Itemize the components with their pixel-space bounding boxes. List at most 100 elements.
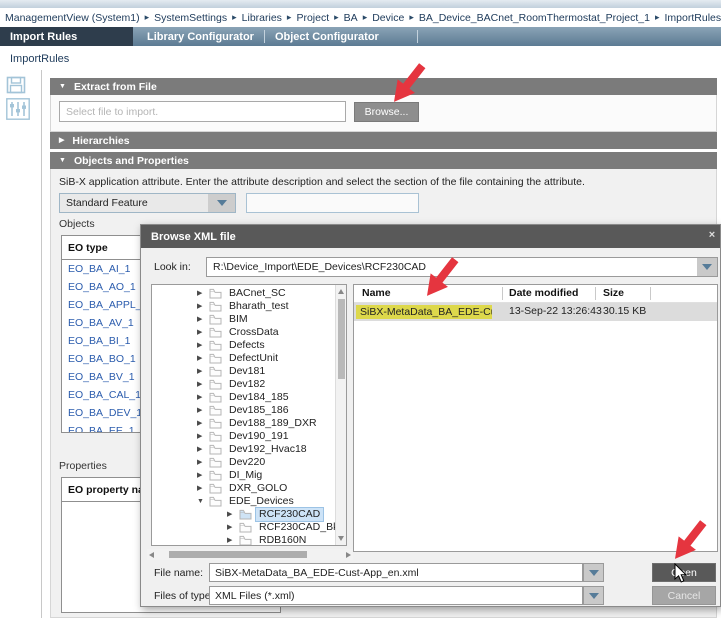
tree-item[interactable]: ▶ BACnet_SC — [152, 287, 334, 300]
section-header-objects-and-properties[interactable]: ▼ Objects and Properties — [50, 152, 717, 169]
chevron-right-icon[interactable]: ▶ — [197, 339, 209, 352]
close-icon[interactable]: × — [706, 229, 718, 241]
chevron-right-icon[interactable]: ▶ — [197, 391, 209, 404]
breadcrumb-item[interactable]: ImportRules — [665, 12, 721, 24]
chevron-right-icon[interactable]: ▶ — [197, 378, 209, 391]
breadcrumb-separator-icon: ▸ — [232, 12, 237, 23]
folder-icon — [209, 483, 222, 494]
tree-item-label: Dev185_186 — [226, 404, 292, 417]
tree-item-label: Dev184_185 — [226, 391, 292, 404]
file-to-import-input[interactable] — [59, 101, 346, 122]
breadcrumb-item[interactable]: Libraries — [242, 12, 282, 24]
tree-item-label: EDE_Devices — [226, 495, 297, 508]
tree-item[interactable]: ▶RCF230CAD_Bkp — [152, 521, 334, 534]
tree-item[interactable]: ▶CrossData — [152, 326, 334, 339]
breadcrumb-item[interactable]: SystemSettings — [154, 12, 227, 24]
tree-horizontal-scrollbar[interactable] — [147, 549, 353, 560]
tree-item[interactable]: ▶ RCF230CAD — [152, 508, 334, 521]
tree-item[interactable]: ▶Dev190_191 — [152, 430, 334, 443]
tree-item[interactable]: ▶BIM — [152, 313, 334, 326]
tab-import-rules[interactable]: Import Rules — [0, 27, 133, 46]
tree-item[interactable]: ▶ Dev185_186 — [152, 404, 334, 417]
file-name-dropdown-button[interactable] — [583, 563, 604, 582]
properties-label: Properties — [59, 460, 107, 472]
chevron-right-icon[interactable]: ▶ — [197, 300, 209, 313]
chevron-right-icon[interactable]: ▶ — [197, 469, 209, 482]
tree-item-label: RCF230CAD — [256, 508, 323, 521]
scroll-right-icon[interactable] — [346, 552, 351, 558]
attribute-value-input[interactable] — [246, 193, 419, 213]
folder-tree-panel: ▶BACnet_SC▶Bharath_test▶BIM▶CrossData▶De… — [151, 284, 347, 546]
chevron-right-icon[interactable]: ▶ — [197, 482, 209, 495]
chevron-down-icon[interactable] — [697, 258, 717, 276]
page-title: ImportRules — [10, 53, 69, 65]
scroll-down-icon[interactable] — [338, 536, 344, 541]
tab-library-configurator[interactable]: Library Configurator — [137, 27, 264, 46]
breadcrumb-item[interactable]: ManagementView (System1) — [5, 12, 140, 24]
chevron-right-icon[interactable]: ▶ — [197, 326, 209, 339]
scroll-up-icon[interactable] — [338, 289, 344, 294]
breadcrumb-item[interactable]: BA — [344, 12, 358, 24]
file-name-label: File name: — [154, 567, 203, 579]
chevron-right-icon[interactable]: ▶ — [227, 534, 239, 546]
look-in-value: R:\Device_Import\EDE_Devices\RCF230CAD — [213, 261, 426, 273]
files-of-type-label: Files of type: — [154, 590, 214, 602]
column-header-date-modified[interactable]: Date modified — [509, 287, 578, 299]
tree-item[interactable]: ▶Dev182 — [152, 378, 334, 391]
dialog-titlebar[interactable]: Browse XML file × — [141, 225, 720, 248]
chevron-right-icon[interactable]: ▶ — [197, 404, 209, 417]
tab-object-configurator[interactable]: Object Configurator — [265, 27, 389, 46]
chevron-right-icon[interactable]: ▶ — [227, 508, 239, 521]
chevron-right-icon[interactable]: ▶ — [197, 313, 209, 326]
file-name-cell[interactable]: SiBX-MetaData_BA_EDE-Cus... — [356, 305, 492, 319]
folder-icon — [209, 314, 222, 325]
chevron-right-icon[interactable]: ▶ — [197, 417, 209, 430]
tree-item[interactable]: ▶Bharath_test — [152, 300, 334, 313]
tree-item[interactable]: ▶DXR_GOLO — [152, 482, 334, 495]
sliders-icon[interactable] — [6, 98, 30, 125]
tree-item[interactable]: ▶RDB160N — [152, 534, 334, 546]
chevron-down-icon[interactable]: ▼ — [197, 495, 209, 508]
section-header-extract-from-file[interactable]: ▼ Extract from File — [50, 78, 717, 95]
tree-item[interactable]: ▶Dev220 — [152, 456, 334, 469]
chevron-right-icon[interactable]: ▶ — [197, 352, 209, 365]
breadcrumb-item[interactable]: Device — [372, 12, 404, 24]
chevron-right-icon[interactable]: ▶ — [197, 430, 209, 443]
chevron-down-icon[interactable] — [208, 194, 235, 212]
breadcrumb-item[interactable]: BA_Device_BACnet_RoomThermostat_Project_… — [419, 12, 650, 24]
column-divider[interactable] — [595, 287, 596, 300]
column-header-name[interactable]: Name — [362, 287, 391, 299]
tree-vertical-scrollbar[interactable] — [335, 285, 346, 545]
tree-item[interactable]: ▼ EDE_Devices — [152, 495, 334, 508]
chevron-right-icon[interactable]: ▶ — [197, 443, 209, 456]
tree-item[interactable]: ▶Dev192_Hvac18 — [152, 443, 334, 456]
tree-item[interactable]: ▶ Dev184_185 — [152, 391, 334, 404]
save-icon[interactable] — [6, 76, 26, 99]
scrollbar-thumb[interactable] — [338, 299, 345, 379]
tree-item[interactable]: ▶Dev181 — [152, 365, 334, 378]
feature-dropdown[interactable]: Standard Feature — [59, 193, 236, 213]
files-of-type-input[interactable] — [209, 586, 583, 605]
tree-item-label: BACnet_SC — [226, 287, 289, 300]
file-name-input[interactable] — [209, 563, 583, 582]
column-divider[interactable] — [650, 287, 651, 300]
tree-item[interactable]: ▶Defects — [152, 339, 334, 352]
chevron-right-icon[interactable]: ▶ — [197, 365, 209, 378]
folder-icon — [209, 301, 222, 312]
file-list-header: Name Date modified Size — [354, 285, 717, 303]
scrollbar-thumb[interactable] — [169, 551, 307, 558]
chevron-right-icon[interactable]: ▶ — [197, 456, 209, 469]
file-row[interactable]: SiBX-MetaData_BA_EDE-Cus...13-Sep-22 13:… — [354, 303, 717, 321]
column-header-size[interactable]: Size — [603, 287, 624, 299]
scroll-left-icon[interactable] — [149, 552, 154, 558]
column-divider[interactable] — [502, 287, 503, 300]
chevron-right-icon[interactable]: ▶ — [197, 287, 209, 300]
tree-item[interactable]: ▶DI_Mig — [152, 469, 334, 482]
files-of-type-dropdown-button[interactable] — [583, 586, 604, 605]
tree-item[interactable]: ▶Dev188_189_DXR — [152, 417, 334, 430]
breadcrumb-item[interactable]: Project — [296, 12, 329, 24]
chevron-right-icon[interactable]: ▶ — [227, 521, 239, 534]
chevron-down-icon: ▼ — [59, 83, 66, 90]
tree-item[interactable]: ▶DefectUnit — [152, 352, 334, 365]
section-header-hierarchies[interactable]: ▶ Hierarchies — [50, 132, 717, 149]
